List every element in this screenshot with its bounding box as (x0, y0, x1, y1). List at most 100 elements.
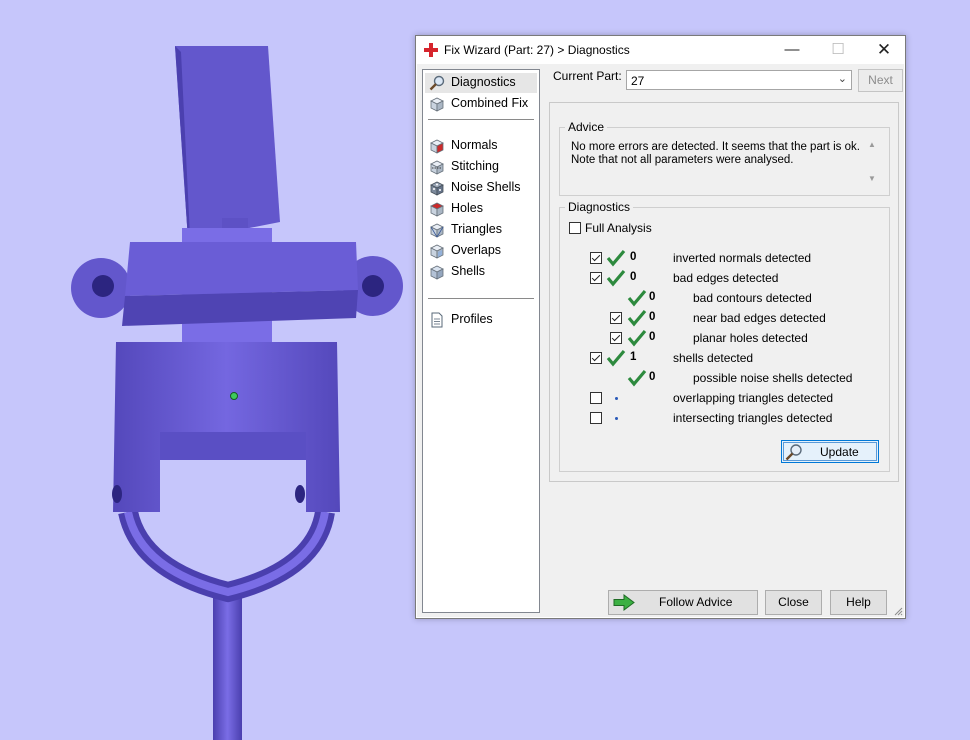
fix-wizard-dialog: Fix Wizard (Part: 27) > Diagnostics — ☐ … (415, 35, 906, 619)
diagnostics-group: Diagnostics Full Analysis 0 inverted nor… (559, 200, 890, 472)
next-button: Next (858, 69, 903, 92)
document-icon (431, 312, 443, 328)
nav-label: Noise Shells (451, 180, 521, 194)
green-check-icon (606, 269, 626, 287)
nav-item-shells[interactable]: Shells (425, 262, 537, 282)
shells-cube-icon (430, 265, 444, 280)
advice-line-1: No more errors are detected. It seems th… (571, 141, 860, 153)
green-arrow-icon (613, 594, 635, 611)
nav-label: Holes (451, 201, 483, 215)
planar-holes-checkbox[interactable] (610, 332, 622, 344)
close-window-button[interactable]: ✕ (861, 36, 907, 64)
3d-viewport[interactable] (0, 0, 415, 740)
chevron-down-icon: ⌄ (837, 73, 847, 85)
nav-label: Normals (451, 138, 498, 152)
row-count: 0 (649, 371, 656, 383)
dialog-client-area: Diagnostics Combined Fix Normals Stitchi… (417, 64, 904, 617)
green-check-icon (627, 309, 647, 327)
part-27-model[interactable] (0, 0, 415, 740)
full-analysis-label: Full Analysis (585, 221, 652, 235)
row-label: inverted normals detected (673, 251, 812, 265)
stitching-cube-icon (430, 160, 444, 175)
diagnostics-panel: Advice No more errors are detected. It s… (549, 102, 899, 482)
current-part-dropdown[interactable]: 27 ⌄ (626, 70, 852, 90)
red-cross-icon (424, 43, 438, 57)
scroll-down-icon[interactable]: ▼ (868, 174, 876, 183)
advice-group: Advice No more errors are detected. It s… (559, 120, 890, 196)
row-count: 0 (649, 311, 656, 323)
overlaps-cube-icon (430, 244, 444, 259)
not-run-dot-icon (615, 417, 618, 420)
row-label: shells detected (673, 351, 754, 365)
shells-checkbox[interactable] (590, 352, 602, 364)
overlapping-triangles-checkbox[interactable] (590, 392, 602, 404)
full-analysis-checkbox[interactable] (569, 222, 581, 234)
row-label: bad edges detected (673, 271, 779, 285)
green-check-icon (606, 349, 626, 367)
nav-label: Shells (451, 264, 486, 278)
nav-item-stitching[interactable]: Stitching (425, 157, 537, 177)
nav-label: Overlaps (451, 243, 502, 257)
follow-advice-button[interactable]: Follow Advice (608, 590, 758, 615)
row-label: intersecting triangles detected (673, 411, 833, 425)
current-part-value: 27 (631, 74, 645, 88)
green-check-icon (606, 249, 626, 267)
nav-item-noise-shells[interactable]: Noise Shells (425, 178, 537, 198)
nav-label: Diagnostics (451, 75, 516, 89)
noise-shells-icon (430, 181, 444, 196)
normals-cube-icon (430, 139, 444, 154)
update-button[interactable]: Update (781, 440, 879, 463)
intersecting-triangles-checkbox[interactable] (590, 412, 602, 424)
holes-cube-icon (430, 202, 444, 217)
green-check-icon (627, 289, 647, 307)
row-count: 0 (630, 271, 637, 283)
nav-separator (428, 119, 534, 120)
magnifier-icon (785, 444, 802, 461)
advice-line-2: Note that not all parameters were analys… (571, 154, 794, 166)
nav-item-profiles[interactable]: Profiles (425, 310, 537, 330)
advice-text: No more errors are detected. It seems th… (571, 141, 861, 167)
title-bar[interactable]: Fix Wizard (Part: 27) > Diagnostics — ☐ … (416, 36, 905, 64)
advice-scrollbar[interactable]: ▲ ▼ (866, 140, 880, 188)
nav-item-combined-fix[interactable]: Combined Fix (425, 94, 537, 114)
triangles-cube-icon (430, 223, 444, 238)
scroll-up-icon[interactable]: ▲ (868, 140, 876, 149)
row-count: 0 (630, 251, 637, 263)
row-count: 1 (630, 351, 637, 363)
green-check-icon (627, 369, 647, 387)
cube-icon (430, 97, 444, 112)
row-label: planar holes detected (693, 331, 808, 345)
bad-edges-checkbox[interactable] (590, 272, 602, 284)
row-label: possible noise shells detected (693, 371, 853, 385)
nav-label: Profiles (451, 312, 493, 326)
green-check-icon (627, 329, 647, 347)
nav-item-holes[interactable]: Holes (425, 199, 537, 219)
nav-item-normals[interactable]: Normals (425, 136, 537, 156)
near-bad-edges-checkbox[interactable] (610, 312, 622, 324)
minimize-button[interactable]: — (769, 36, 815, 64)
row-count: 0 (649, 291, 656, 303)
wizard-nav-panel: Diagnostics Combined Fix Normals Stitchi… (422, 69, 540, 613)
advice-title: Advice (565, 120, 608, 134)
diagnostics-title: Diagnostics (565, 200, 634, 214)
nav-separator (428, 298, 534, 299)
maximize-button: ☐ (831, 41, 845, 58)
close-button[interactable]: Close (765, 590, 822, 615)
nav-label: Triangles (451, 222, 502, 236)
nav-item-triangles[interactable]: Triangles (425, 220, 537, 240)
magnifier-icon (429, 75, 445, 91)
resize-grip-icon[interactable] (893, 606, 903, 616)
row-count: 0 (649, 331, 656, 343)
inverted-normals-checkbox[interactable] (590, 252, 602, 264)
row-label: overlapping triangles detected (673, 391, 834, 405)
follow-advice-label: Follow Advice (659, 595, 733, 609)
row-label: near bad edges detected (693, 311, 826, 325)
help-button[interactable]: Help (830, 590, 887, 615)
nav-item-diagnostics[interactable]: Diagnostics (425, 73, 537, 93)
nav-label: Combined Fix (451, 96, 529, 110)
not-run-dot-icon (615, 397, 618, 400)
row-label: bad contours detected (693, 291, 812, 305)
current-part-label: Current Part: (553, 69, 622, 83)
window-title: Fix Wizard (Part: 27) > Diagnostics (444, 43, 630, 57)
nav-item-overlaps[interactable]: Overlaps (425, 241, 537, 261)
